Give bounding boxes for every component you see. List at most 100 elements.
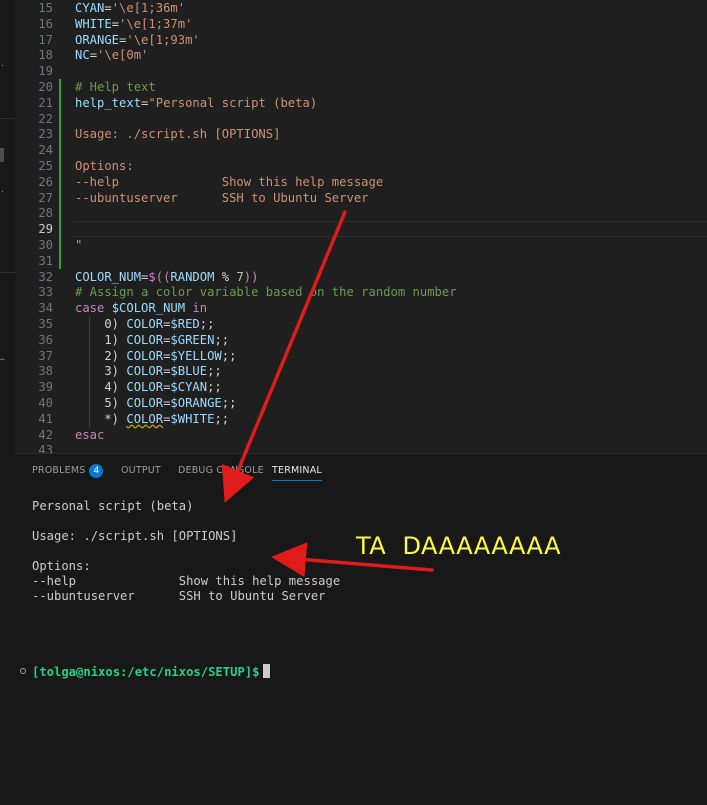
code-line[interactable]: 21 help_text="Personal script (beta) <box>15 95 707 111</box>
code-token: in <box>192 301 208 316</box>
explorer-sidebar-edge[interactable]: · · … <box>0 0 16 805</box>
code-line[interactable]: 29 <box>15 221 707 237</box>
line-number: 41 <box>38 411 53 426</box>
code-token: # Assign a color variable based on the r… <box>75 285 457 300</box>
code-text: --help Show this help message <box>75 174 383 190</box>
code-line[interactable]: 39 4) COLOR=$CYAN;; <box>15 379 707 395</box>
annotation-text: TA DAAAAAAAA <box>356 532 562 560</box>
code-text: 2) COLOR=$YELLOW;; <box>75 348 236 364</box>
code-line[interactable]: 43 <box>15 442 707 453</box>
line-number: 37 <box>38 348 53 363</box>
tab-debug-console[interactable]: DEBUG CONSOLE <box>178 464 264 480</box>
tab-problems-label: PROBLEMS <box>32 465 86 476</box>
terminal-line: --help Show this help message <box>32 574 341 588</box>
code-line[interactable]: 25 Options: <box>15 158 707 174</box>
code-line[interactable]: 36 1) COLOR=$GREEN;; <box>15 332 707 348</box>
code-token: 4) <box>75 380 127 395</box>
code-text: ORANGE='\e[1;93m' <box>75 32 200 48</box>
code-line[interactable]: 42 esac <box>15 427 707 443</box>
code-editor[interactable]: 15 CYAN='\e[1;36m' 16 WHITE='\e[1;37m' 17 ORA… <box>15 0 707 453</box>
problems-count-badge: 4 <box>89 464 104 478</box>
line-number: 32 <box>38 269 53 284</box>
line-number: 42 <box>38 427 53 442</box>
code-line[interactable]: 23 Usage: ./script.sh [OPTIONS] <box>15 126 707 142</box>
terminal-line: --ubuntuserver SSH to Ubuntu Server <box>32 589 326 603</box>
code-token: 2) <box>75 348 127 363</box>
line-number: 36 <box>38 332 53 347</box>
code-line[interactable]: 34 case $COLOR_NUM in <box>15 300 707 316</box>
code-line[interactable]: 40 5) COLOR=$ORANGE;; <box>15 395 707 411</box>
code-token: Usage: ./script.sh [OPTIONS] <box>75 127 281 142</box>
code-token: '\e[1;37m' <box>119 16 193 31</box>
code-line[interactable]: 24 <box>15 142 707 158</box>
code-token: 7 <box>236 269 244 284</box>
code-token: $RED <box>170 317 200 331</box>
code-token: *) <box>75 411 127 426</box>
code-line[interactable]: 38 3) COLOR=$BLUE;; <box>15 363 707 379</box>
terminal-line: Personal script (beta) <box>32 499 194 513</box>
code-line[interactable]: 28 <box>15 205 707 221</box>
code-line[interactable]: 22 <box>15 111 707 127</box>
code-token: = <box>111 16 120 31</box>
line-number: 40 <box>38 396 53 410</box>
code-line[interactable]: 33 # Assign a color variable based on the… <box>15 284 707 300</box>
code-token: ;; <box>207 380 222 395</box>
code-token: --ubuntuserver SSH to Ubuntu Server <box>75 190 369 205</box>
code-token: '\e[1;93m' <box>126 32 200 47</box>
line-number: 26 <box>38 174 53 189</box>
line-number: 15 <box>38 1 53 15</box>
code-token: COLOR <box>126 380 164 395</box>
code-token: case <box>75 301 105 316</box>
code-line[interactable]: 17 ORANGE='\e[1;93m' <box>15 32 707 48</box>
code-token: $CYAN <box>170 380 208 395</box>
code-line[interactable]: 32 COLOR_NUM=$((RANDOM % 7)) <box>15 269 707 285</box>
code-token: NC <box>75 48 90 63</box>
tab-terminal[interactable]: TERMINAL <box>272 464 322 481</box>
line-number: 30 <box>38 238 53 252</box>
code-text: 3) COLOR=$BLUE;; <box>75 363 221 379</box>
code-line[interactable]: 31 <box>15 253 707 269</box>
code-token: ORANGE <box>75 32 120 47</box>
line-number: 27 <box>38 190 53 205</box>
code-line[interactable]: 30 " <box>15 237 707 253</box>
code-token: $ORANGE <box>170 396 222 410</box>
code-text: CYAN='\e[1;36m' <box>75 0 185 16</box>
tab-output[interactable]: OUTPUT <box>121 464 161 480</box>
line-number: 38 <box>38 364 53 379</box>
code-line[interactable]: 15 CYAN='\e[1;36m' <box>15 0 707 16</box>
code-line[interactable]: 27 --ubuntuserver SSH to Ubuntu Server <box>15 190 707 206</box>
terminal-cursor <box>263 664 271 678</box>
line-number: 35 <box>38 317 53 331</box>
code-line[interactable]: 19 <box>15 63 707 79</box>
code-line[interactable]: 35 0) COLOR=$RED;; <box>15 316 707 332</box>
code-token: 0) <box>75 317 127 331</box>
code-token: COLOR <box>126 332 164 347</box>
command-decoration-circle-icon[interactable] <box>20 668 26 674</box>
code-token: )) <box>243 269 259 284</box>
code-token: ;; <box>214 411 230 426</box>
code-line[interactable]: 16 WHITE='\e[1;37m' <box>15 16 707 32</box>
code-token: $YELLOW <box>170 348 222 363</box>
tab-problems[interactable]: PROBLEMS 4 <box>32 464 104 480</box>
code-line[interactable]: 41 *) COLOR=$WHITE;; <box>15 411 707 427</box>
code-line[interactable]: 37 2) COLOR=$YELLOW;; <box>15 348 707 364</box>
line-number: 22 <box>38 111 53 126</box>
code-line[interactable]: 18 NC='\e[0m' <box>15 47 707 63</box>
code-token: ;; <box>221 396 237 410</box>
code-line[interactable]: 20 # Help text <box>15 79 707 95</box>
sidebar-marker: · <box>0 187 5 196</box>
terminal-prompt[interactable]: [tolga@nixos:/etc/nixos/SETUP]$ <box>32 664 271 680</box>
line-number: 19 <box>38 64 53 79</box>
line-number: 17 <box>38 32 53 47</box>
prompt-text: [tolga@nixos:/etc/nixos/SETUP]$ <box>32 665 260 679</box>
code-line[interactable]: 26 --help Show this help message <box>15 174 707 190</box>
code-text: *) COLOR=$WHITE;; <box>75 411 229 427</box>
code-text: 0) COLOR=$RED;; <box>75 316 214 332</box>
code-text: 1) COLOR=$GREEN;; <box>75 332 229 348</box>
code-token: 5) <box>75 396 127 410</box>
code-token: COLOR <box>126 364 164 379</box>
code-token: CYAN <box>75 1 105 15</box>
code-text: esac <box>75 427 104 443</box>
line-number: 34 <box>38 301 53 316</box>
